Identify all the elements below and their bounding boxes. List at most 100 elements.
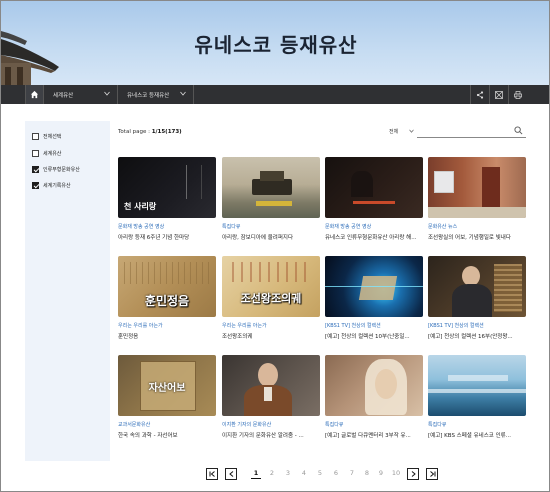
share-button[interactable] [470,85,489,104]
page-number[interactable]: 6 [331,469,341,477]
first-page-button[interactable] [206,468,218,480]
video-thumbnail[interactable]: 천 사리랑 [118,157,216,218]
video-card[interactable]: [KBS1 TV] 천상의 컬렉션 [예고] 천상의 컬렉션 16부(안정왕..… [428,256,526,340]
home-icon [30,90,39,99]
checkbox[interactable] [32,133,39,140]
sitemap-icon [495,90,503,99]
video-card[interactable]: 문화재 방송 공연 영상 유네스코 인류무형문화유산 아리랑 해... [325,157,423,241]
card-category[interactable]: 이지환 기자의 문화유산 [222,421,320,428]
filter-memory-of-world[interactable]: 세계기록유산 [32,182,71,189]
print-icon [514,90,522,99]
video-card[interactable]: [KBS1 TV] 천상의 컬렉션 [예고] 천상의 컬렉션 10부(난중일..… [325,256,423,340]
prev-page-button[interactable] [225,468,237,480]
subcategory-dropdown[interactable]: 유네스코 등재유산 [118,85,194,104]
video-thumbnail[interactable] [222,355,320,416]
card-category[interactable]: 문화유산 뉴스 [428,223,526,230]
card-category[interactable]: [KBS1 TV] 천상의 컬렉션 [325,322,423,329]
video-card[interactable]: 특집다큐 [예고] 글로벌 다큐멘터리 3부작 유... [325,355,423,439]
page-number[interactable]: 8 [362,469,372,477]
page-number[interactable]: 3 [283,469,293,477]
chevron-down-icon [180,91,186,96]
video-card[interactable]: 문화유산 뉴스 조선왕실의 어보, 기념행일로 빛내다 [428,157,526,241]
video-thumbnail[interactable]: 자산어보 [118,355,216,416]
checkbox[interactable] [32,150,39,157]
category-dropdown-label: 세계유산 [53,92,74,99]
card-title[interactable]: 조선왕조의궤 [222,332,320,340]
filter-intangible-heritage[interactable]: 인류무형문화유산 [32,166,80,173]
page-number-current[interactable]: 1 [251,469,261,479]
card-category[interactable]: 교과서문화유산 [118,421,216,428]
card-category[interactable]: 문화재 방송 공연 영상 [118,223,216,230]
search-input[interactable] [417,124,526,138]
thumbnail-caption: 천 사리랑 [124,202,157,211]
filter-select-all[interactable]: 전체선택 [32,133,61,140]
card-title[interactable]: [예고] 천상의 컬렉션 16부(안정왕... [428,332,526,340]
page-number[interactable]: 9 [376,469,386,477]
video-thumbnail[interactable] [325,256,423,317]
home-button[interactable] [25,85,44,104]
last-page-button[interactable] [426,468,438,480]
filter-label: 세계유산 [43,151,62,157]
filter-world-heritage[interactable]: 세계유산 [32,150,61,157]
video-thumbnail[interactable] [222,157,320,218]
card-title[interactable]: [예고] 글로벌 다큐멘터리 3부작 유... [325,431,423,439]
card-category[interactable]: 특집다큐 [428,421,526,428]
video-card[interactable]: 천 사리랑 문화재 방송 공연 영상 아리랑 등재 6주년 기념 한마당 [118,157,216,241]
page-title: 유네스코 등재유산 [194,33,358,57]
card-title[interactable]: 한국 속의 과학 - 자선어보 [118,431,216,439]
card-category[interactable]: 특집다큐 [222,223,320,230]
chevron-down-icon [104,91,110,96]
total-label: Total page : [118,129,152,135]
search-scope-value: 전체 [389,128,399,135]
card-title[interactable]: 이지환 기자의 문화유산 알려줌 - ... [222,431,320,439]
page-number[interactable]: 7 [347,469,357,477]
page-number[interactable]: 2 [267,469,277,477]
print-button[interactable] [508,85,527,104]
card-category[interactable]: 문화재 방송 공연 영상 [325,223,423,230]
video-card[interactable]: 특집다큐 [예고] KBS 스페셜 유네스코 인류... [428,355,526,439]
card-category[interactable]: 우리는 우리를 아는가 [222,322,320,329]
chevron-down-icon [409,129,414,133]
card-title[interactable]: 훈민정음 [118,332,216,340]
card-title[interactable]: 조선왕실의 어보, 기념행일로 빛내다 [428,233,526,241]
share-icon [476,90,484,99]
page-number[interactable]: 5 [315,469,325,477]
video-thumbnail[interactable] [428,256,526,317]
page-number[interactable]: 10 [389,469,403,477]
card-category[interactable]: 우리는 우리를 아는가 [118,322,216,329]
next-page-button[interactable] [407,468,419,480]
double-chevron-right-icon [429,471,435,477]
page-number[interactable]: 4 [299,469,309,477]
category-dropdown[interactable]: 세계유산 [44,85,118,104]
header-banner: 유네스코 등재유산 [1,1,549,85]
checkbox-checked[interactable] [32,182,39,189]
video-thumbnail[interactable] [325,355,423,416]
card-title[interactable]: 아리랑 등재 6주년 기념 한마당 [118,233,216,241]
card-category[interactable]: 특집다큐 [325,421,423,428]
search-scope-select[interactable]: 전체 [385,124,417,138]
checkbox-checked[interactable] [32,166,39,173]
navigation-bar: 세계유산 유네스코 등재유산 [1,85,549,104]
video-thumbnail[interactable]: 조선왕조의궤 [222,256,320,317]
video-card[interactable]: 자산어보 교과서문화유산 한국 속의 과학 - 자선어보 [118,355,216,439]
video-thumbnail[interactable] [428,157,526,218]
card-title[interactable]: 아리랑, 잠보디아에 울려퍼지다 [222,233,320,241]
video-card[interactable]: 조선왕조의궤 우리는 우리를 아는가 조선왕조의궤 [222,256,320,340]
search-icon[interactable] [514,126,523,135]
thumbnail-caption: 훈민정음 [144,294,190,308]
card-title[interactable]: [예고] 천상의 컬렉션 10부(난중일... [325,332,423,340]
card-title[interactable]: [예고] KBS 스페셜 유네스코 인류... [428,431,526,439]
video-card[interactable]: 훈민정음 우리는 우리를 아는가 훈민정음 [118,256,216,340]
card-category[interactable]: [KBS1 TV] 천상의 컬렉션 [428,322,526,329]
video-thumbnail[interactable]: 훈민정음 [118,256,216,317]
pagination: 1 2 3 4 5 6 7 8 9 10 [1,468,549,482]
video-card[interactable]: 특집다큐 아리랑, 잠보디아에 울려퍼지다 [222,157,320,241]
subcategory-dropdown-label: 유네스코 등재유산 [127,92,170,99]
video-thumbnail[interactable] [428,355,526,416]
video-thumbnail[interactable] [325,157,423,218]
thumbnail-caption: 조선왕조의궤 [240,292,302,305]
video-card[interactable]: 이지환 기자의 문화유산 이지환 기자의 문화유산 알려줌 - ... [222,355,320,439]
sitemap-button[interactable] [489,85,508,104]
card-title[interactable]: 유네스코 인류무형문화유산 아리랑 해... [325,233,423,241]
double-chevron-left-icon [209,471,215,477]
